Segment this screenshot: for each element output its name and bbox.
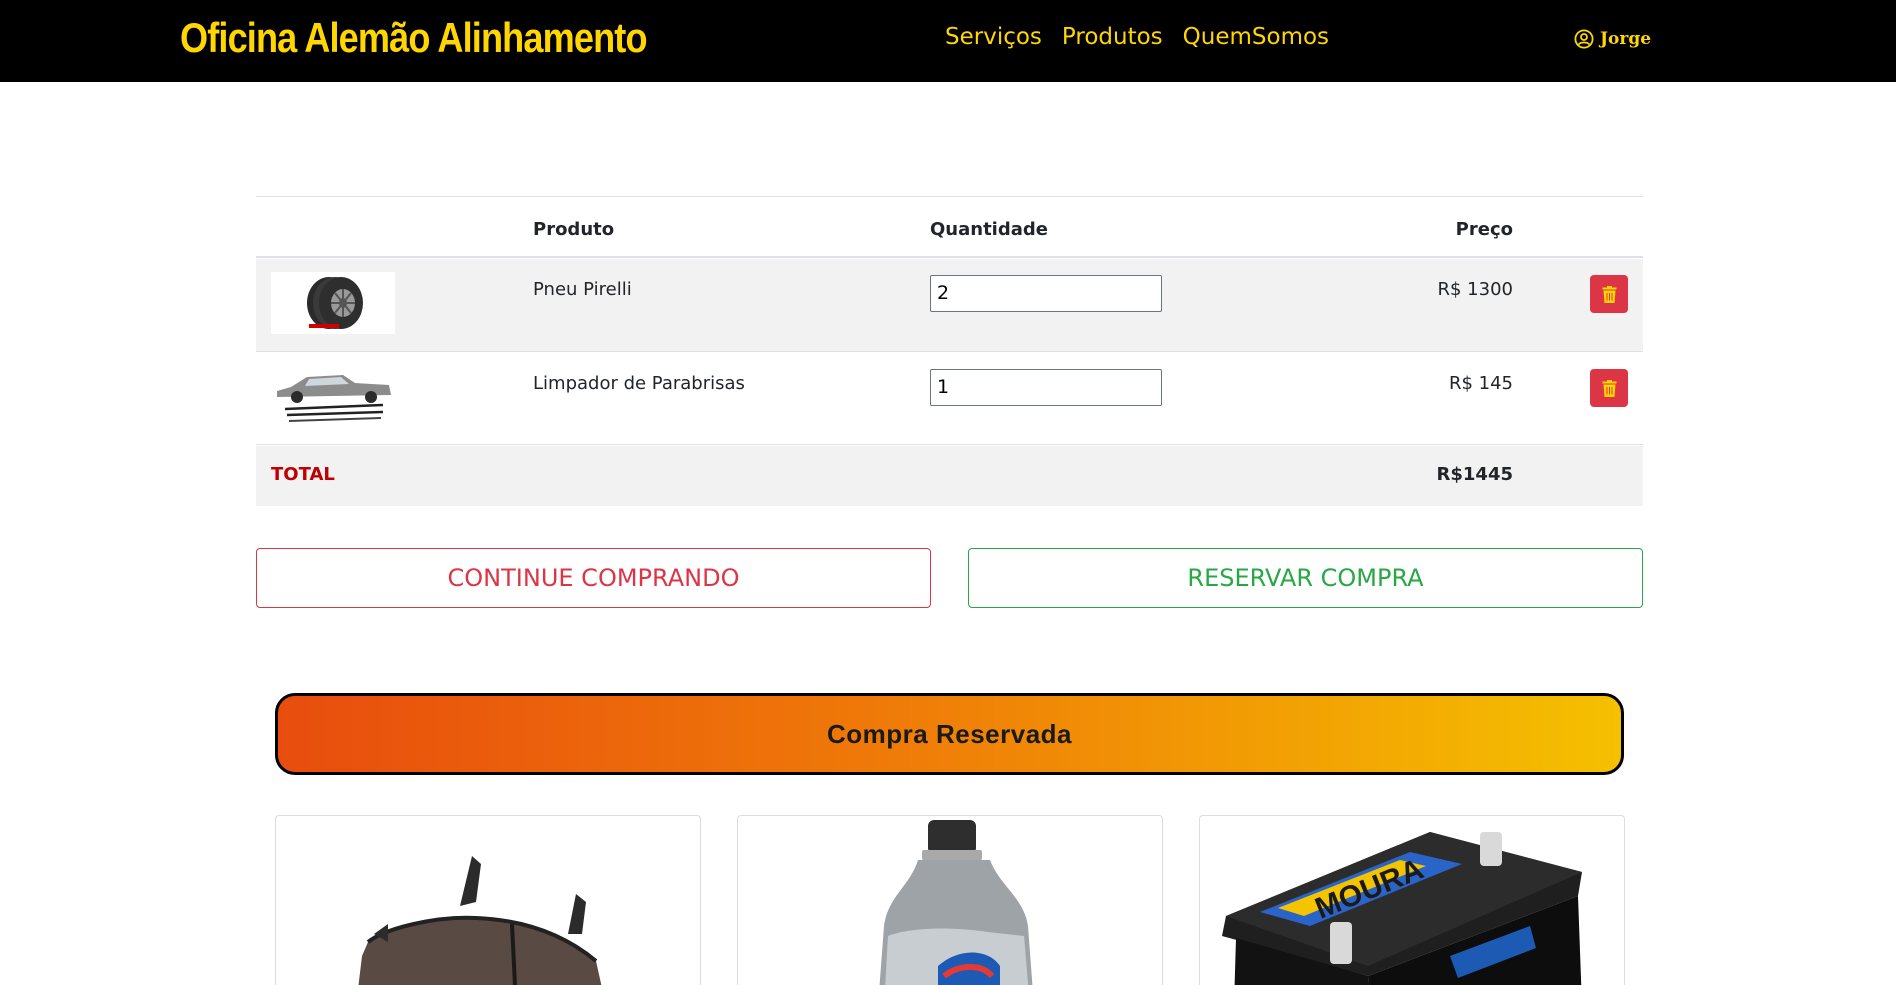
nav-link-quemsomos[interactable]: QuemSomos <box>1183 24 1329 50</box>
navbar: Oficina Alemão Alinhamento Serviços Prod… <box>0 0 1896 82</box>
trash-icon <box>1602 285 1616 303</box>
header-price: Preço <box>1455 219 1513 240</box>
brake-pad-image <box>358 856 602 985</box>
quantity-input[interactable]: 1 <box>930 369 1162 406</box>
reserved-title: Compra Reservada <box>827 718 1072 749</box>
reserved-banner: Compra Reservada <box>275 693 1624 775</box>
total-row: TOTAL R$1445 <box>256 446 1643 506</box>
delete-button[interactable] <box>1590 369 1628 407</box>
oil-bottle-image <box>879 820 1033 985</box>
total-label: TOTAL <box>271 464 335 485</box>
delete-button[interactable] <box>1590 275 1628 313</box>
table-row: Limpador de Parabrisas 1 R$ 145 <box>256 353 1643 445</box>
item-price: R$ 145 <box>1448 373 1513 394</box>
product-card[interactable] <box>275 815 701 985</box>
continue-shopping-button[interactable]: CONTINUE COMPRANDO <box>256 548 931 608</box>
tire-image <box>271 272 395 334</box>
brand-title[interactable]: Oficina Alemão Alinhamento <box>180 14 648 62</box>
quantity-input[interactable]: 2 <box>930 275 1162 312</box>
item-price: R$ 1300 <box>1437 279 1514 300</box>
nav-links: Serviços Produtos QuemSomos <box>945 24 1329 50</box>
nav-link-produtos[interactable]: Produtos <box>1062 24 1163 50</box>
header-product: Produto <box>533 219 615 240</box>
total-value: R$1445 <box>1436 464 1513 485</box>
user-name: Jorge <box>1600 29 1652 49</box>
user-menu[interactable]: Jorge <box>1574 29 1651 49</box>
reserve-purchase-button[interactable]: RESERVAR COMPRA <box>968 548 1643 608</box>
header-quantity: Quantidade <box>930 219 1048 240</box>
user-circle-icon <box>1574 29 1594 49</box>
moura-battery-image: MOURA <box>1222 832 1582 985</box>
item-name: Limpador de Parabrisas <box>533 373 745 394</box>
wiper-image <box>271 367 395 429</box>
nav-link-servicos[interactable]: Serviços <box>945 24 1042 50</box>
product-card[interactable]: MOURA <box>1199 815 1625 985</box>
table-row: Pneu Pirelli 2 R$ 1300 <box>256 259 1643 352</box>
item-name: Pneu Pirelli <box>533 279 632 300</box>
product-card[interactable] <box>737 815 1163 985</box>
table-header: Produto Quantidade Preço <box>256 196 1643 258</box>
trash-icon <box>1602 379 1616 397</box>
